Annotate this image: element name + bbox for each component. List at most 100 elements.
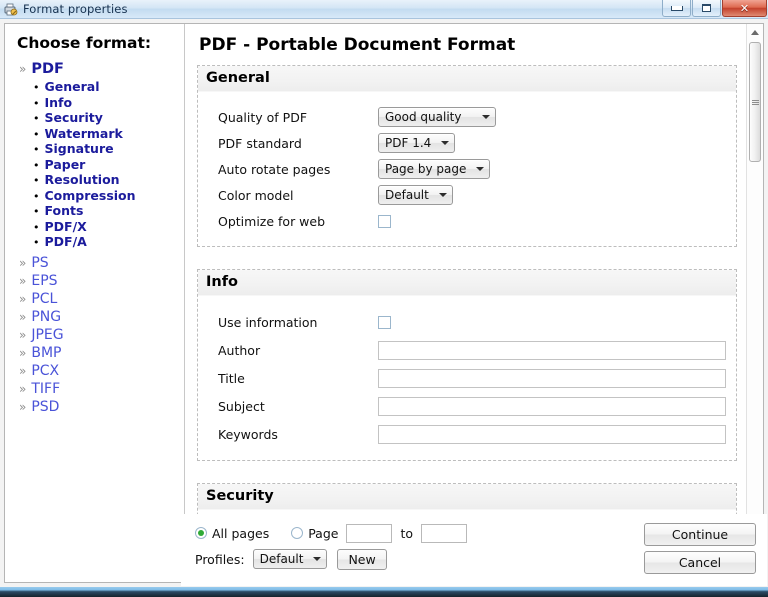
page-range-radio[interactable] [291,527,304,539]
sidebar-item-ps[interactable]: » PS [15,254,184,272]
sidebar-subitem-general[interactable]: • General [15,79,184,95]
to-label: to [400,525,414,541]
page-to-input[interactable] [421,523,468,543]
page-label: Page [308,525,339,541]
sidebar-subitem-info[interactable]: • Info [15,95,184,111]
pdf-standard-dropdown[interactable]: PDF 1.4 [378,133,456,153]
sidebar-item-pdf[interactable]: » PDF [15,60,184,78]
bullet-icon: • [33,96,40,110]
sidebar-item-label: PSD [31,398,60,415]
grip-icon [751,99,759,106]
sidebar-subitem-label: Resolution [44,172,120,187]
use-information-checkbox[interactable] [378,315,391,329]
sidebar-subitem-label: PDF/X [44,218,87,234]
new-profile-button[interactable]: New [337,548,387,570]
window-body: Choose format: » PDF • General • Info • Securit… [0,19,768,587]
chevron-right-icon: » [19,62,27,76]
subject-input[interactable] [378,396,726,416]
printer-properties-icon [3,1,19,17]
auto-rotate-pages-dropdown[interactable]: Page by page [378,159,491,179]
format-group-eps: » EPS [15,272,184,290]
sidebar-subitem-paper[interactable]: • Paper [15,157,184,173]
chevron-right-icon: » [19,255,27,270]
chevron-right-icon: » [19,291,27,306]
optimize-for-web-checkbox[interactable] [378,214,391,228]
label-keywords: Keywords [218,426,278,442]
profiles-dropdown[interactable]: Default [252,549,328,569]
sidebar-subitem-pdf-a[interactable]: • PDF/A [15,234,184,250]
sidebar-item-label: PCL [31,290,58,307]
bullet-icon: • [33,127,40,141]
sidebar-item-eps[interactable]: » EPS [15,272,184,290]
sidebar-subitem-pdf-x[interactable]: • PDF/X [15,219,184,235]
author-input[interactable] [378,340,726,360]
window-title: Format properties [23,2,128,16]
cancel-button[interactable]: Cancel [644,551,756,574]
chevron-down-icon [441,141,450,145]
maximize-icon[interactable] [692,0,721,17]
vertical-scrollbar-thumb[interactable] [749,42,761,162]
sidebar-subitem-label: Fonts [44,203,84,218]
sidebar-item-psd[interactable]: » PSD [15,398,184,416]
sidebar-item-tiff[interactable]: » TIFF [15,380,184,398]
sidebar-subitem-fonts[interactable]: • Fonts [15,203,184,219]
auto-rotate-pages-value: Page by page [385,162,467,176]
chevron-right-icon: » [19,381,27,396]
chevron-down-icon [476,167,485,171]
bullet-icon: • [33,220,40,234]
format-group-psd: » PSD [15,398,184,416]
sidebar-item-jpeg[interactable]: » JPEG [15,326,184,344]
label-quality-of-pdf: Quality of PDF [218,109,308,125]
bullet-icon: • [33,205,40,218]
field-quality-of-pdf: Quality of PDF Good quality [206,104,728,130]
field-title: Title [206,364,728,392]
all-pages-radio[interactable] [195,527,207,539]
sidebar-subitem-security[interactable]: • Security [15,110,184,126]
sidebar-item-bmp[interactable]: » BMP [15,344,184,362]
sidebar-item-label: PDF [31,61,64,77]
chevron-right-icon: » [19,309,27,324]
sidebar-subitem-resolution[interactable]: • Resolution [15,172,184,188]
sidebar-heading: Choose format: [17,34,152,52]
title-input[interactable] [378,368,726,388]
settings-panel: PDF - Portable Document Format General Q… [185,24,763,582]
pdf-standard-value: PDF 1.4 [385,136,432,150]
all-pages-label: All pages [212,525,270,541]
sidebar-item-label: PCX [31,362,60,379]
chevron-down-icon [313,557,322,561]
close-icon[interactable]: ✕ [722,0,767,17]
bullet-icon: • [33,143,40,156]
color-model-dropdown[interactable]: Default [378,185,453,205]
label-pdf-standard: PDF standard [218,135,302,151]
field-keywords: Keywords [206,420,728,448]
continue-button[interactable]: Continue [644,523,756,546]
field-optimize-for-web: Optimize for web [206,208,728,234]
page-from-input[interactable] [346,523,393,543]
page-title: PDF - Portable Document Format [199,35,516,55]
sidebar-subitem-watermark[interactable]: • Watermark [15,126,184,142]
sidebar-item-label: TIFF [31,380,61,397]
chevron-down-icon [438,193,447,197]
section-info-heading: Info [198,270,736,296]
keywords-input[interactable] [378,424,726,444]
sidebar-item-pcl[interactable]: » PCL [15,290,184,308]
format-group-pcx: » PCX [15,362,184,380]
sidebar-subitem-label: Compression [44,187,136,203]
format-group-pdf: » PDF • General • Info • Security • Watermark • Sig… [15,60,184,250]
chevron-right-icon: » [19,327,27,342]
format-group-bmp: » BMP [15,344,184,362]
label-optimize-for-web: Optimize for web [218,213,326,229]
minimize-icon[interactable] [662,0,691,17]
scroll-up-icon[interactable] [747,24,763,40]
sidebar-item-pcx[interactable]: » PCX [15,362,184,380]
vertical-scrollbar[interactable] [746,24,763,566]
sidebar-subitem-label: Watermark [44,125,123,141]
quality-of-pdf-dropdown[interactable]: Good quality [378,107,496,127]
sidebar-subitem-compression[interactable]: • Compression [15,188,184,204]
sidebar-subitem-signature[interactable]: • Signature [15,141,184,157]
sidebar-item-png[interactable]: » PNG [15,308,184,326]
label-use-information: Use information [218,314,318,330]
field-auto-rotate-pages: Auto rotate pages Page by page [206,156,728,182]
chevron-right-icon: » [19,273,27,288]
sidebar-item-label: PS [31,254,49,271]
